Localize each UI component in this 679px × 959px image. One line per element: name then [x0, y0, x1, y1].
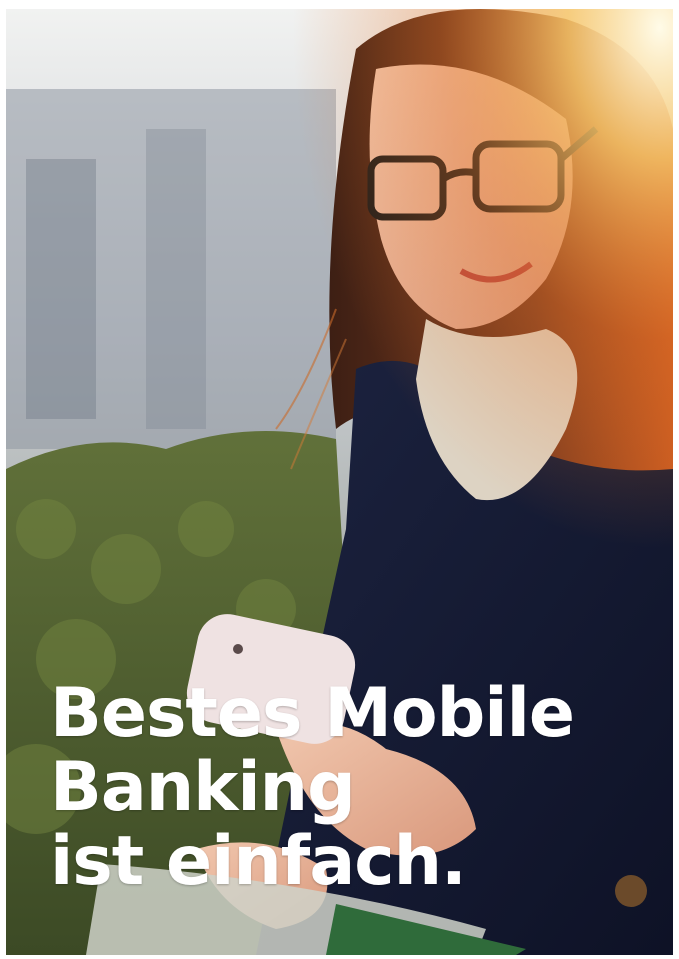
ad-frame: Bestes Mobile Banking ist einfach. — [6, 9, 673, 955]
headline: Bestes Mobile Banking ist einfach. — [50, 674, 575, 901]
headline-line-1: Bestes Mobile — [50, 674, 575, 753]
headline-line-2: Banking — [50, 748, 356, 827]
headline-line-3: ist einfach. — [50, 822, 467, 901]
